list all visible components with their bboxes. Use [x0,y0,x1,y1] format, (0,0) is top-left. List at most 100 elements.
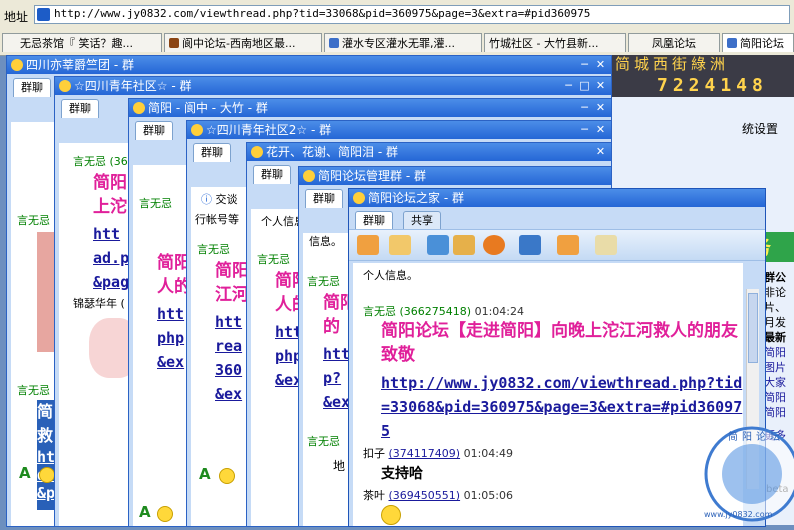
tab-group-chat[interactable]: 群聊 [253,165,291,184]
fragment: 上沱 [93,197,127,217]
emoticon-icon[interactable] [157,506,173,522]
video-icon[interactable] [483,235,505,255]
fragment: 简阳 [93,173,127,193]
info-icon: ⓘ [201,193,212,206]
tab-group-chat[interactable]: 群聊 [355,211,393,230]
chat-messages: 个人信息。 言无忌 (366275418) 01:04:24 简阳论坛【走进简阳… [353,263,743,526]
chat-toolbar [349,229,765,261]
sender-id[interactable]: (369450551) [389,489,461,502]
tab-jianyang[interactable]: 简阳论坛 [722,33,794,52]
window-titlebar[interactable]: ☆四川青年社区☆ - 群 [55,77,611,95]
tab-label: 阆中论坛-西南地区最... [182,37,296,50]
tab-langzhong[interactable]: 阆中论坛-西南地区最... [164,33,322,52]
window-titlebar[interactable]: 简阳论坛管理群 - 群 [299,167,611,185]
tab-group-chat[interactable]: 群聊 [305,189,343,208]
sender-name[interactable]: 扣子 [363,447,385,460]
sender-name[interactable]: 茶叶 [363,489,385,502]
side-link[interactable]: 大家 [764,375,794,390]
tab-group-chat[interactable]: 群聊 [135,121,173,140]
minimize-button[interactable]: ─ [562,79,575,92]
side-link[interactable]: 简阳 [764,405,794,420]
tab-wuji[interactable]: 无忌茶馆『 笑话？趣... [2,33,162,52]
address-input[interactable]: http://www.jy0832.com/viewthread.php?tid… [34,5,790,24]
tab-fenghuang[interactable]: 凤凰论坛 [628,33,720,52]
window-titlebar[interactable]: 四川亦莘爵竺团 - 群 [7,56,611,74]
scrollbar-thumb[interactable] [748,293,758,363]
qq-icon [11,59,23,71]
message-sender: 言无忌 (36 [73,153,128,169]
watermark-text: www.jy0832.com [704,510,773,519]
fragment: &pag [93,273,130,291]
tab-share[interactable]: 共享 [403,211,441,230]
sender-name[interactable]: 言无忌 [363,305,396,318]
window-titlebar[interactable]: ☆四川青年社区2☆ - 群 [187,121,611,139]
user-settings-icon[interactable] [519,235,541,255]
font-icon[interactable]: A [139,503,151,521]
message-time: 01:04:49 [463,447,513,460]
fragment: htt [215,313,243,331]
fragment: htt [93,225,121,243]
mobile-icon[interactable] [453,235,475,255]
tab-group-chat[interactable]: 群聊 [61,99,99,118]
address-bar: 地址 http://www.jy0832.com/viewthread.php?… [0,0,794,31]
page-icon [329,38,339,48]
font-icon[interactable]: A [199,465,211,483]
window-title: 简阳论坛之家 - 群 [368,191,464,205]
watermark-logo: 简阳论坛 www.jy0832.com [700,422,794,527]
address-fragment: 地 [333,459,346,473]
tab-label: 竹城社区 - 大竹县新... [489,37,599,50]
fragment: php [157,329,185,347]
emoticon-icon[interactable] [39,467,55,483]
message-link[interactable]: http://www.jy0832.com/viewthread.php?tid… [381,371,743,443]
message-sender: 言无忌 [197,243,230,256]
mail-icon[interactable] [389,235,411,255]
tab-guanshui[interactable]: 灌水专区灌水无罪,灌... [324,33,482,52]
side-link[interactable]: 图片 [764,360,794,375]
sender-id[interactable]: (374117409) [389,447,461,460]
message-sender: 锦瑟华年 ( [73,297,125,310]
side-text: 群公 [764,271,786,284]
message-sender: 言无忌 [139,197,172,210]
tab-group-chat[interactable]: 群聊 [193,143,231,162]
minimize-button[interactable]: ─ [578,101,591,114]
side-link[interactable]: 简阳 [764,390,794,405]
qq-icon [303,170,315,182]
minimize-button[interactable]: ─ [578,123,591,136]
message-sender: 言无忌 [307,275,340,288]
system-settings-link[interactable]: 统设置 [742,120,778,137]
page-icon [727,38,737,48]
message-sender: 言无忌 [307,435,340,448]
font-icon[interactable]: A [19,464,31,482]
close-button[interactable]: ✕ [594,79,607,92]
side-text: 月发 [764,316,786,329]
window-title: 简阳 - 阆中 - 大竹 - 群 [148,101,268,115]
fragment: p? [323,369,342,387]
tab-zhucheng[interactable]: 竹城社区 - 大竹县新... [484,33,626,52]
close-button[interactable]: ✕ [594,145,607,158]
ad-banner[interactable]: 简城西街綠洲 7224148 [611,55,794,97]
emoticon-icon[interactable] [219,468,235,484]
members-icon[interactable] [357,235,379,255]
fragment: 简阳 [215,261,249,281]
ad-banner-title: 简城西街綠洲 [615,55,730,73]
notes-icon[interactable] [595,235,617,255]
side-link[interactable]: 简阳 [764,345,794,360]
personal-info: 个人信息。 [363,269,418,282]
maximize-button[interactable]: □ [578,79,591,92]
close-button[interactable]: ✕ [594,58,607,71]
minimize-button[interactable]: ─ [578,58,591,71]
ie-icon [37,8,50,21]
message-header: 茶叶 (369450551) 01:05:06 [363,487,513,503]
window-titlebar[interactable]: 花开、花谢、简阳泪 - 群 [247,143,611,161]
group-icon[interactable] [557,235,579,255]
message-sender: 言无忌 [17,214,50,227]
message-time: 01:04:24 [474,305,524,318]
window-titlebar[interactable]: 简阳论坛之家 - 群 [349,189,765,207]
close-button[interactable]: ✕ [594,123,607,136]
window-titlebar[interactable]: 简阳 - 阆中 - 大竹 - 群 [129,99,611,117]
tools-icon[interactable] [427,235,449,255]
close-button[interactable]: ✕ [594,101,607,114]
tab-group-chat[interactable]: 群聊 [13,78,51,97]
qq-icon [133,102,145,114]
sender-name: 言无忌 [73,155,106,168]
